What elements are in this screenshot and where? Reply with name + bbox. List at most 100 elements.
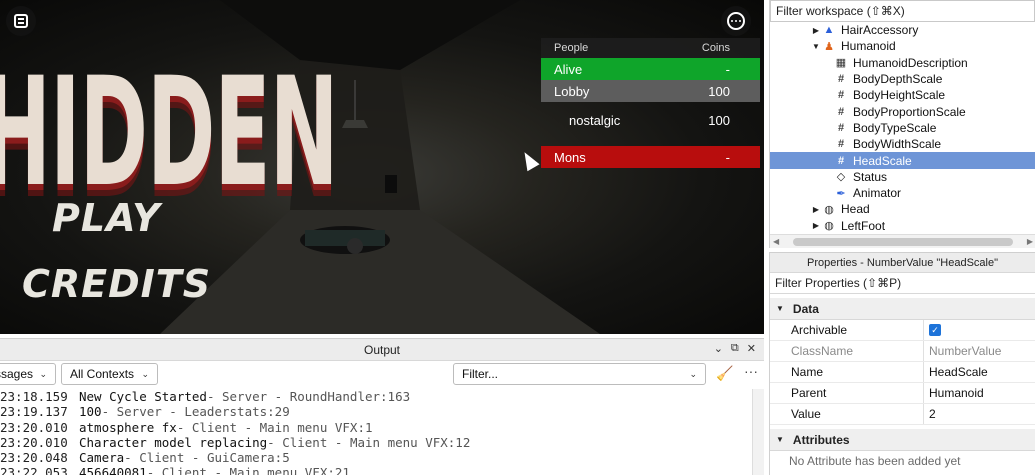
team-row-alive[interactable]: Alive - bbox=[541, 58, 760, 80]
explorer-item-label: Status bbox=[853, 169, 888, 184]
properties-filter-placeholder: Filter Properties (⇧⌘P) bbox=[775, 276, 902, 290]
contexts-dropdown[interactable]: All Contexts ⌄ bbox=[61, 363, 158, 385]
property-value[interactable]: HeadScale bbox=[924, 362, 1035, 382]
property-name: ClassName bbox=[770, 341, 924, 361]
log-row: 23:18.159 New Cycle Started - Server - R… bbox=[0, 389, 752, 404]
property-value: NumberValue bbox=[929, 344, 1002, 358]
section-label: Data bbox=[792, 301, 819, 316]
team-row-mons[interactable]: Mons - bbox=[541, 146, 760, 168]
log-source[interactable]: - Server - Leaderstats:29 bbox=[102, 404, 290, 419]
more-options-button[interactable] bbox=[721, 6, 751, 36]
log-source[interactable]: - Server - RoundHandler:163 bbox=[207, 389, 410, 404]
explorer-item-label: BodyHeightScale bbox=[853, 88, 946, 103]
log-row: 23:22.053 456640081 - Client - Main menu… bbox=[0, 465, 752, 475]
log-source[interactable]: - Client - GuiCamera:5 bbox=[124, 450, 290, 465]
expand-arrow-right-icon[interactable]: ▶ bbox=[810, 221, 822, 230]
game-viewport[interactable]: HIDDEN PLAY CREDITS People Coins Alive -… bbox=[0, 0, 764, 334]
number-value-icon: # bbox=[837, 138, 845, 151]
more-options-icon[interactable]: ··· bbox=[744, 363, 758, 379]
explorer-item-label: Humanoid bbox=[841, 39, 896, 54]
explorer-item[interactable]: ▦ HumanoidDescription bbox=[770, 55, 1035, 71]
log-source[interactable]: - Client - Main menu VFX:1 bbox=[177, 420, 373, 435]
section-attributes[interactable]: ▼ Attributes bbox=[770, 429, 1035, 451]
team-name: Mons bbox=[554, 149, 586, 165]
log-source[interactable]: - Client - Main menu VFX:21 bbox=[147, 465, 350, 475]
log-row: 23:20.010 Character model replacing - Cl… bbox=[0, 435, 752, 450]
explorer-item-label: Animator bbox=[853, 186, 902, 201]
explorer-item-label: BodyProportionScale bbox=[853, 104, 966, 119]
archivable-checkbox[interactable]: ✓ bbox=[929, 324, 941, 336]
log-timestamp: 23:20.010 bbox=[0, 434, 68, 450]
explorer-item-label: BodyDepthScale bbox=[853, 72, 943, 87]
no-attributes-message: No Attribute has been added yet bbox=[789, 454, 961, 468]
properties-filter-input[interactable]: Filter Properties (⇧⌘P) bbox=[770, 273, 1035, 294]
output-panel: Output ⌄ ⧉ ✕ ssages ⌄ All Contexts ⌄ Fil… bbox=[0, 338, 764, 475]
expand-arrow-down-icon[interactable]: ▼ bbox=[810, 42, 822, 51]
explorer-item[interactable]: ▶ ◍ Head bbox=[770, 201, 1035, 217]
explorer-filter-placeholder: Filter workspace (⇧⌘X) bbox=[776, 4, 905, 18]
log-message: New Cycle Started bbox=[79, 389, 207, 404]
explorer-item-label: Head bbox=[841, 202, 870, 217]
explorer-item[interactable]: # BodyTypeScale bbox=[770, 120, 1035, 136]
property-value[interactable]: 2 bbox=[924, 404, 1035, 424]
chevron-down-icon: ⌄ bbox=[39, 368, 47, 379]
humanoid-icon: ♟ bbox=[824, 40, 834, 53]
number-value-icon: # bbox=[837, 89, 845, 102]
output-toolbar: ssages ⌄ All Contexts ⌄ Filter... ⌄ 🧹 ··… bbox=[0, 361, 764, 387]
log-message: atmosphere fx bbox=[79, 419, 177, 435]
explorer-item[interactable]: ▶ ◍ LeftFoot bbox=[770, 218, 1035, 234]
play-button[interactable]: PLAY bbox=[52, 196, 161, 240]
status-icon: ◇ bbox=[836, 171, 846, 184]
game-title: HIDDEN bbox=[0, 46, 339, 220]
team-row-lobby[interactable]: Lobby 100 bbox=[541, 80, 760, 102]
explorer-item[interactable]: # BodyHeightScale bbox=[770, 87, 1035, 103]
property-value[interactable]: Humanoid bbox=[924, 383, 1035, 403]
section-data[interactable]: ▼ Data bbox=[770, 298, 1035, 320]
explorer-item[interactable]: ◇ Status bbox=[770, 169, 1035, 185]
undock-icon[interactable]: ⧉ bbox=[731, 342, 739, 355]
explorer-item[interactable]: ▼ ♟ Humanoid bbox=[770, 38, 1035, 54]
leaderboard-header-people: People bbox=[554, 42, 589, 54]
log-source[interactable]: - Client - Main menu VFX:12 bbox=[267, 435, 470, 450]
explorer-item[interactable]: # BodyDepthScale bbox=[770, 71, 1035, 87]
output-title-bar: Output ⌄ ⧉ ✕ bbox=[0, 339, 764, 361]
close-icon[interactable]: ✕ bbox=[747, 342, 756, 355]
explorer-item[interactable]: # BodyWidthScale bbox=[770, 136, 1035, 152]
log-timestamp: 23:18.159 bbox=[0, 389, 68, 404]
player-coins: 100 bbox=[708, 112, 730, 128]
player-row[interactable]: nostalgic 100 bbox=[541, 102, 760, 138]
scroll-left-icon[interactable]: ◀ bbox=[773, 237, 779, 246]
chevron-down-icon[interactable]: ⌄ bbox=[714, 342, 723, 355]
message-type-dropdown[interactable]: ssages ⌄ bbox=[0, 363, 56, 385]
scrollbar-thumb[interactable] bbox=[793, 237, 1013, 246]
menu-button[interactable] bbox=[6, 6, 36, 36]
credits-button[interactable]: CREDITS bbox=[22, 262, 211, 306]
explorer-item[interactable]: ✒ Animator bbox=[770, 185, 1035, 201]
expand-arrow-right-icon[interactable]: ▶ bbox=[810, 205, 822, 214]
scroll-right-icon[interactable]: ▶ bbox=[1027, 237, 1033, 246]
number-value-icon: # bbox=[837, 73, 845, 86]
clear-output-icon[interactable]: 🧹 bbox=[716, 365, 733, 382]
expand-arrow-right-icon[interactable]: ▶ bbox=[810, 26, 822, 35]
hair-accessory-icon: ▲ bbox=[823, 24, 835, 37]
property-row-value: Value 2 bbox=[770, 404, 1035, 425]
output-filter-input[interactable]: Filter... ⌄ bbox=[453, 363, 706, 385]
explorer-item[interactable]: ▶ ▲ HairAccessory bbox=[770, 22, 1035, 38]
output-scrollbar[interactable] bbox=[752, 389, 764, 475]
chevron-down-icon: ▼ bbox=[776, 435, 784, 444]
explorer-filter-input[interactable]: Filter workspace (⇧⌘X) bbox=[770, 0, 1035, 22]
log-timestamp: 23:20.010 bbox=[0, 419, 68, 435]
section-label: Attributes bbox=[792, 432, 850, 447]
team-name: Alive bbox=[554, 61, 583, 77]
explorer-item[interactable]: # BodyProportionScale bbox=[770, 103, 1035, 119]
property-name: Archivable bbox=[770, 320, 924, 340]
team-coins: - bbox=[725, 61, 730, 77]
explorer-item-label: BodyWidthScale bbox=[853, 137, 942, 152]
chevron-down-icon: ▼ bbox=[776, 304, 784, 313]
log-message: Camera bbox=[79, 450, 125, 466]
explorer-item[interactable]: # HeadScale bbox=[770, 152, 1035, 169]
explorer-item-label: BodyTypeScale bbox=[853, 120, 937, 135]
explorer-horizontal-scrollbar[interactable]: ◀ ▶ bbox=[770, 234, 1035, 248]
output-filter-placeholder: Filter... bbox=[462, 367, 499, 381]
team-coins: 100 bbox=[708, 83, 730, 99]
